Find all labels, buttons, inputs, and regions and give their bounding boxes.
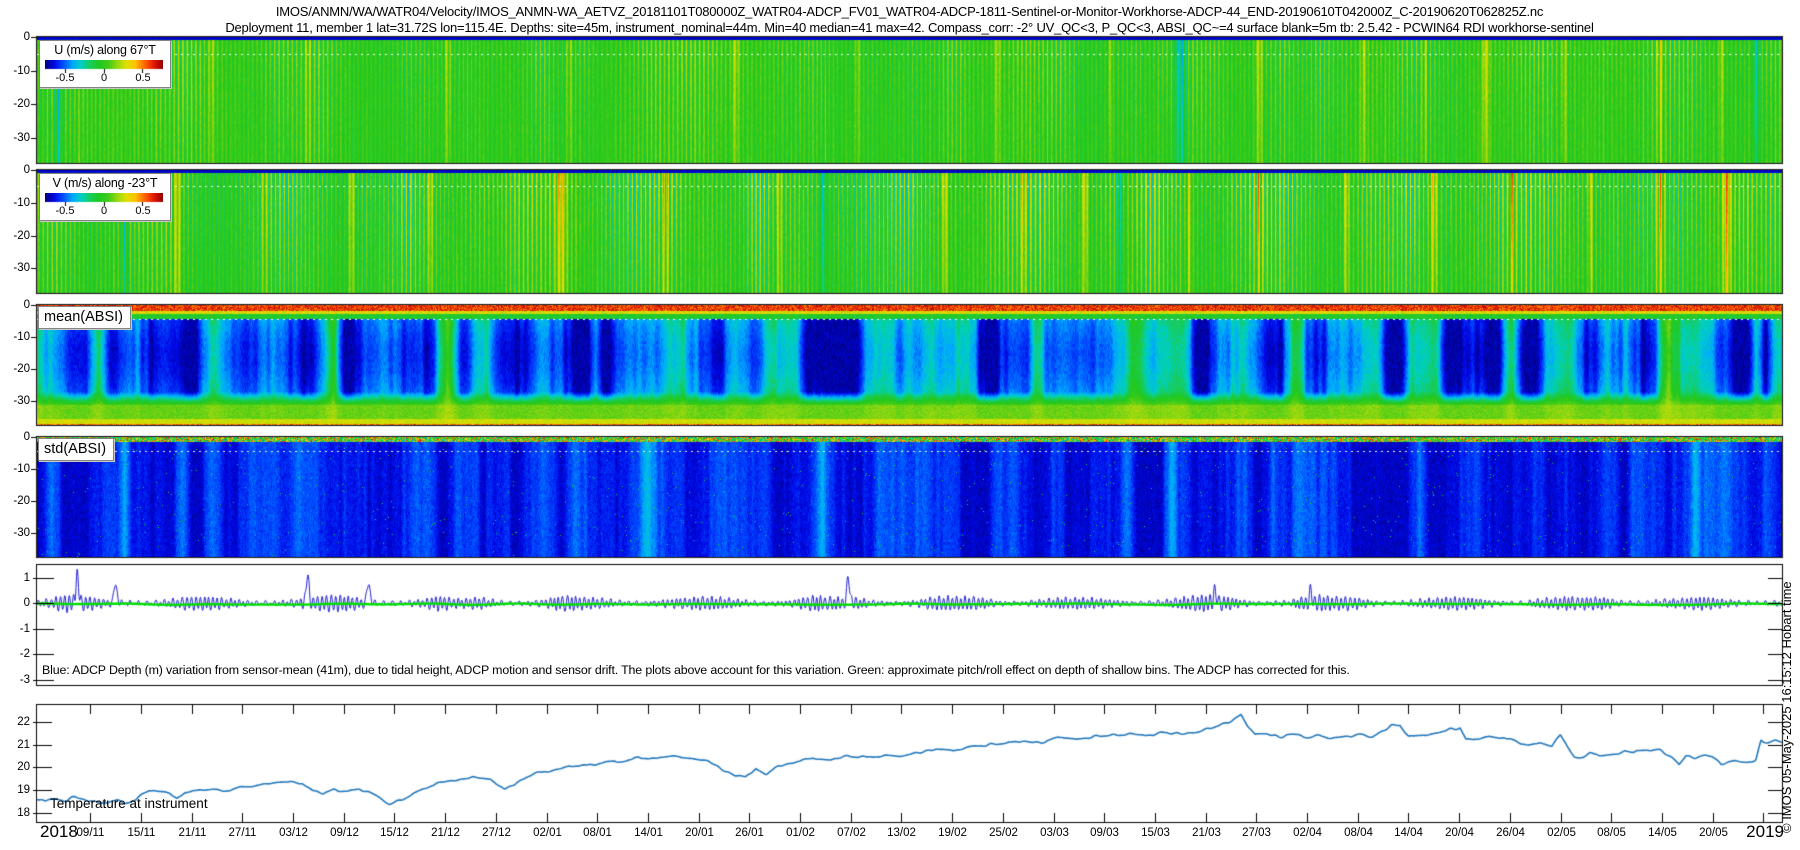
y-tick-label: -30 bbox=[0, 132, 30, 145]
y-tick-label: 0 bbox=[0, 164, 30, 177]
y-tick-label: 21 bbox=[0, 739, 30, 752]
x-tick-label: 03/03 bbox=[1031, 827, 1079, 840]
y-tick-label: -30 bbox=[0, 395, 30, 408]
y-tick-label: 22 bbox=[0, 716, 30, 729]
y-tick-label: -20 bbox=[0, 230, 30, 243]
u-colorbar-tick-pos: 0.5 bbox=[135, 72, 150, 84]
temperature-plot bbox=[37, 705, 1782, 822]
u-velocity-heatmap bbox=[37, 37, 1782, 163]
y-tick-label: -10 bbox=[0, 331, 30, 344]
u-colorbar-tick-neg: -0.5 bbox=[56, 72, 75, 84]
x-tick-label: 09/11 bbox=[67, 827, 115, 840]
x-tick-label: 20/01 bbox=[676, 827, 724, 840]
y-tick-label: -20 bbox=[0, 363, 30, 376]
v-velocity-heatmap bbox=[37, 170, 1782, 293]
x-tick-label: 21/03 bbox=[1183, 827, 1231, 840]
y-tick-label: -3 bbox=[0, 674, 30, 687]
x-tick-label: 08/05 bbox=[1588, 827, 1636, 840]
y-tick-label: 0 bbox=[0, 299, 30, 312]
x-tick-label: 13/02 bbox=[878, 827, 926, 840]
x-tick-label: 02/04 bbox=[1284, 827, 1332, 840]
y-tick-label: -10 bbox=[0, 197, 30, 210]
temperature-label: Temperature at instrument bbox=[50, 796, 208, 811]
x-tick-label: 01/02 bbox=[777, 827, 825, 840]
y-tick-label: -2 bbox=[0, 648, 30, 661]
x-tick-label: 08/04 bbox=[1335, 827, 1383, 840]
x-tick-label: 19/02 bbox=[929, 827, 977, 840]
y-tick-label: 0 bbox=[0, 31, 30, 44]
figure-title-line2: Deployment 11, member 1 lat=31.72S lon=1… bbox=[37, 20, 1782, 35]
x-tick-label: 03/12 bbox=[270, 827, 318, 840]
y-tick-label: -10 bbox=[0, 463, 30, 476]
std-absi-label: std(ABSI) bbox=[38, 438, 114, 461]
x-tick-label: 14/05 bbox=[1639, 827, 1687, 840]
y-tick-label: 18 bbox=[0, 807, 30, 820]
x-tick-label: 15/12 bbox=[371, 827, 419, 840]
x-tick-label: 15/03 bbox=[1132, 827, 1180, 840]
x-tick-label: 21/12 bbox=[422, 827, 470, 840]
v-velocity-legend: V (m/s) along -23°T -0.5 0 0.5 bbox=[39, 173, 171, 221]
y-tick-label: -20 bbox=[0, 98, 30, 111]
u-legend-title: U (m/s) along 67°T bbox=[40, 43, 170, 58]
x-tick-label: 15/11 bbox=[118, 827, 166, 840]
x-tick-label: 02/01 bbox=[524, 827, 572, 840]
y-tick-label: 0 bbox=[0, 431, 30, 444]
std-absi-heatmap bbox=[37, 437, 1782, 557]
v-colorbar-tick-pos: 0.5 bbox=[135, 205, 150, 217]
x-tick-label: 14/04 bbox=[1385, 827, 1433, 840]
y-tick-label: -10 bbox=[0, 65, 30, 78]
copyright-watermark: © IMOS 05-May-2025 16:15:12 Hobart time bbox=[1779, 581, 1794, 833]
x-tick-label: 14/01 bbox=[625, 827, 673, 840]
x-tick-label: 08/01 bbox=[574, 827, 622, 840]
u-velocity-legend: U (m/s) along 67°T -0.5 0 0.5 bbox=[39, 40, 171, 88]
v-legend-title: V (m/s) along -23°T bbox=[40, 176, 170, 191]
figure-root: IMOS/ANMN/WA/WATR04/Velocity/IMOS_ANMN-W… bbox=[0, 0, 1800, 850]
y-tick-label: 0 bbox=[0, 597, 30, 610]
mean-absi-label: mean(ABSI) bbox=[38, 306, 131, 329]
x-tick-label: 09/12 bbox=[321, 827, 369, 840]
y-tick-label: -20 bbox=[0, 495, 30, 508]
x-tick-label: 27/12 bbox=[473, 827, 521, 840]
y-tick-label: -1 bbox=[0, 623, 30, 636]
x-tick-label: 26/01 bbox=[726, 827, 774, 840]
v-colorbar-tick-zero: 0 bbox=[101, 205, 107, 217]
y-tick-label: 20 bbox=[0, 761, 30, 774]
x-tick-label: 25/02 bbox=[980, 827, 1028, 840]
depth-variation-annotation: Blue: ADCP Depth (m) variation from sens… bbox=[42, 663, 1350, 677]
y-tick-label: -30 bbox=[0, 527, 30, 540]
x-tick-label: 21/11 bbox=[169, 827, 217, 840]
x-tick-label: 27/03 bbox=[1233, 827, 1281, 840]
x-tick-label: 26/04 bbox=[1487, 827, 1535, 840]
u-colorbar-tick-zero: 0 bbox=[101, 72, 107, 84]
y-tick-label: 1 bbox=[0, 572, 30, 585]
y-tick-label: 19 bbox=[0, 784, 30, 797]
x-tick-label: 20/05 bbox=[1690, 827, 1738, 840]
v-colorbar-tick-neg: -0.5 bbox=[56, 205, 75, 217]
mean-absi-heatmap bbox=[37, 305, 1782, 425]
y-tick-label: -30 bbox=[0, 262, 30, 275]
x-tick-label: 27/11 bbox=[219, 827, 267, 840]
x-tick-label: 07/02 bbox=[828, 827, 876, 840]
x-tick-label: 20/04 bbox=[1436, 827, 1484, 840]
figure-title-line1: IMOS/ANMN/WA/WATR04/Velocity/IMOS_ANMN-W… bbox=[37, 4, 1782, 19]
x-tick-label: 09/03 bbox=[1081, 827, 1129, 840]
x-tick-label: 02/05 bbox=[1538, 827, 1586, 840]
